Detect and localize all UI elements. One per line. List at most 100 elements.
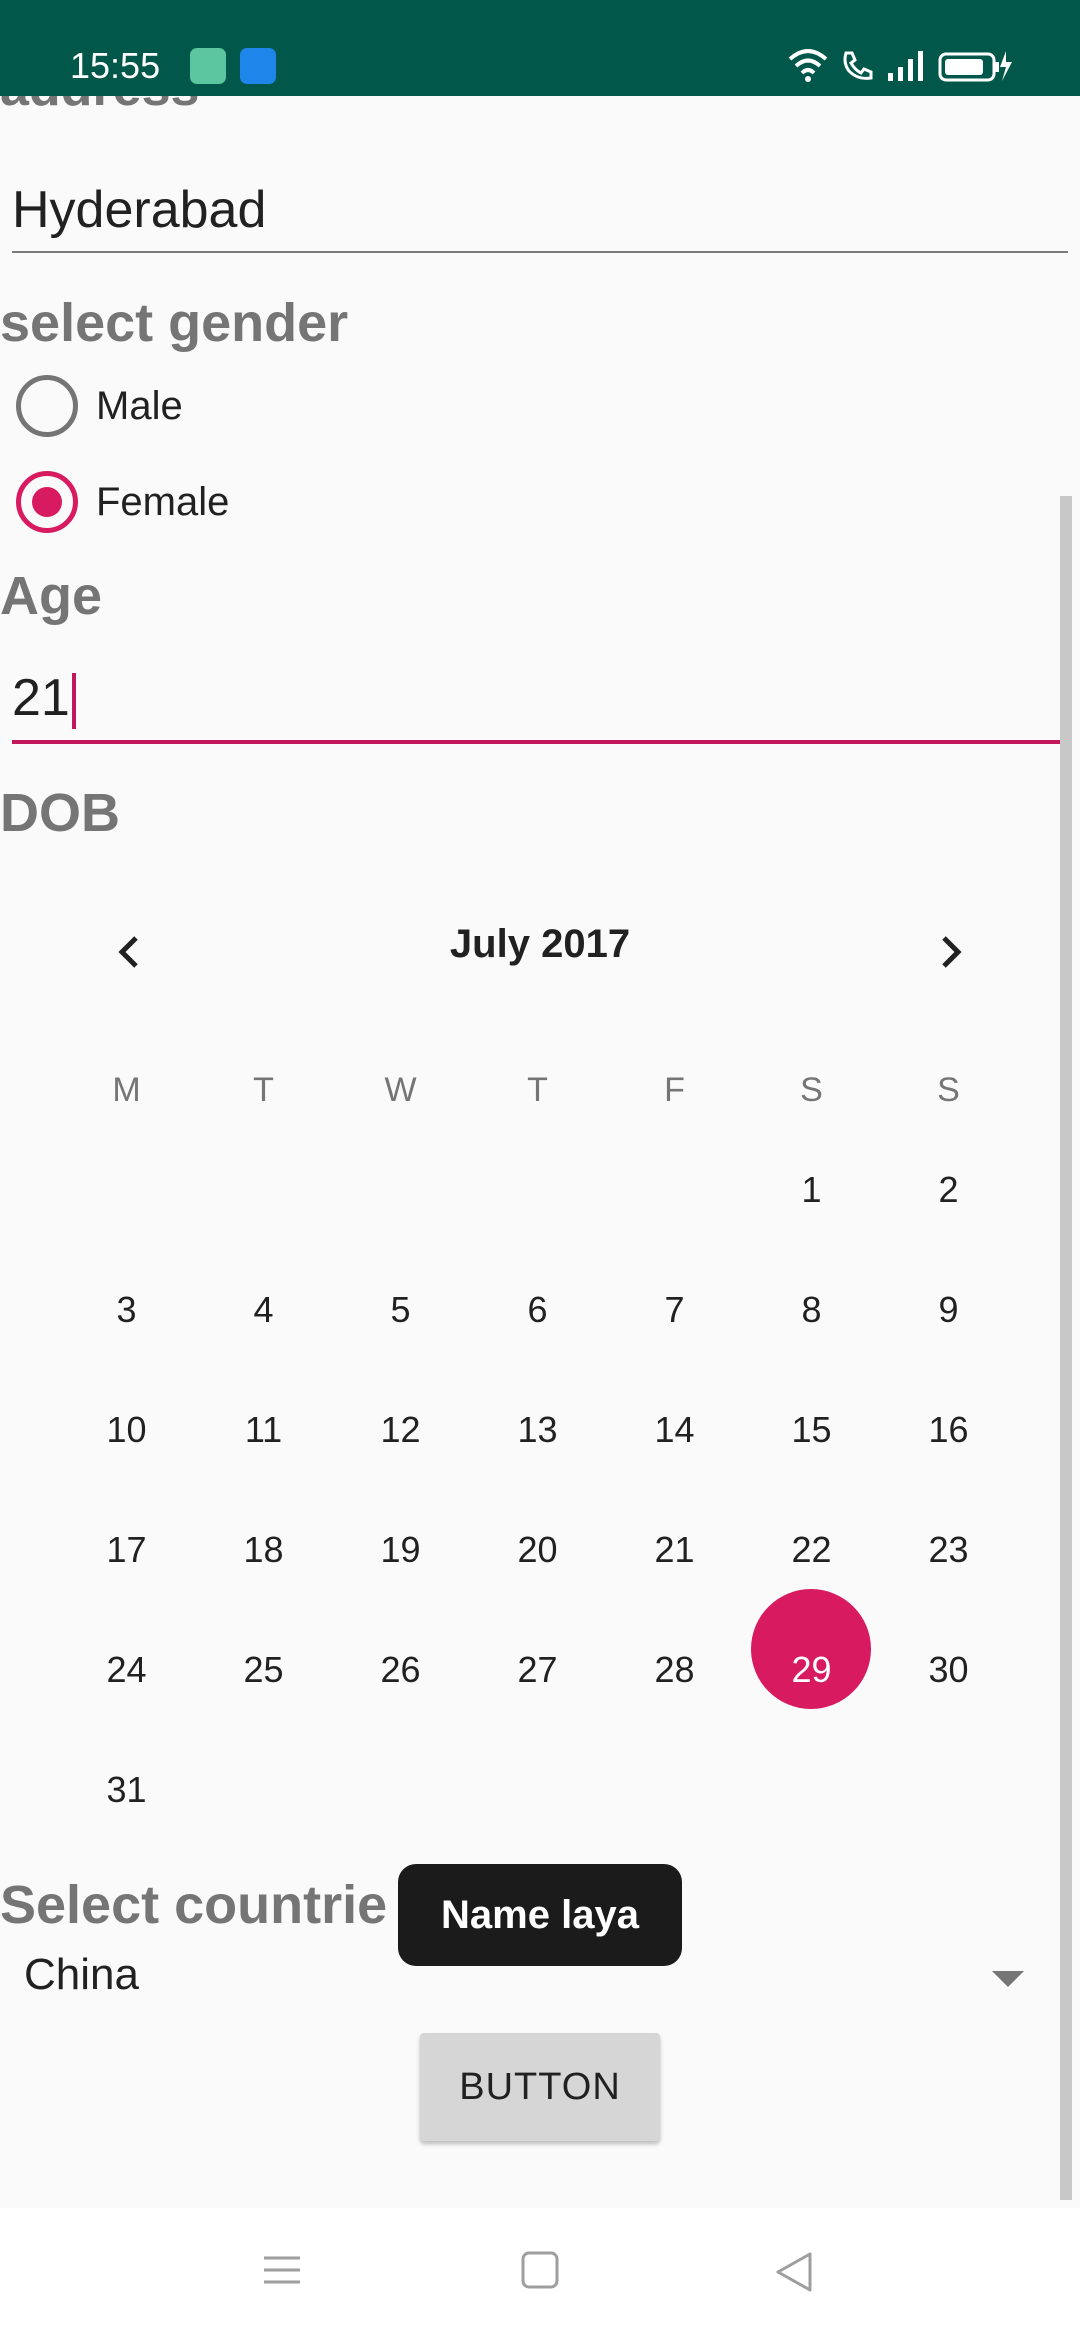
calendar-day[interactable]: 30 (880, 1649, 1017, 1691)
radio-male-label: Male (96, 383, 183, 428)
dow-wed: W (384, 1070, 417, 1109)
calendar-day[interactable]: 13 (469, 1409, 606, 1451)
calendar-day-number: 5 (390, 1289, 411, 1330)
usb-icon (240, 48, 276, 84)
back-icon[interactable] (774, 2250, 814, 2294)
calendar-day-number: 16 (928, 1409, 969, 1450)
submit-button[interactable]: BUTTON (420, 2033, 660, 2141)
calendar-day-number: 4 (253, 1289, 274, 1330)
calendar-day[interactable]: 29 (743, 1589, 880, 1709)
calendar-day-number: 26 (380, 1649, 421, 1690)
calendar-day-number: 18 (243, 1529, 284, 1570)
address-input[interactable]: Hyderabad (12, 180, 266, 240)
chevron-right-icon[interactable] (920, 922, 980, 982)
calendar-day[interactable]: 3 (58, 1289, 195, 1331)
calendar-day[interactable]: 14 (606, 1409, 743, 1451)
calendar-day[interactable]: 6 (469, 1289, 606, 1331)
calendar-day[interactable]: 16 (880, 1409, 1017, 1451)
country-spinner[interactable]: China (24, 1950, 139, 2000)
radio-female-button[interactable] (16, 471, 78, 533)
calendar-day[interactable]: 20 (469, 1529, 606, 1571)
countries-label: Select countrie (0, 1875, 388, 1935)
calendar-day[interactable]: 4 (195, 1289, 332, 1331)
calendar-day[interactable]: 27 (469, 1649, 606, 1691)
calendar-day-number: 17 (106, 1529, 147, 1570)
radio-female-label: Female (96, 479, 230, 524)
dow-fri: F (664, 1070, 685, 1109)
calendar-day-number: 12 (380, 1409, 421, 1450)
calendar-day[interactable]: 25 (195, 1649, 332, 1691)
calendar-grid: M T W T F S S 1 2 3 4 5 6 7 8 9 10 11 12 13 14 15 16 17 1… (58, 1050, 1018, 1850)
battery-icon (938, 51, 1012, 82)
dow-tue: T (253, 1070, 274, 1109)
home-icon[interactable] (520, 2250, 560, 2290)
calendar-day[interactable]: 8 (743, 1289, 880, 1331)
calendar-day-number: 19 (380, 1529, 421, 1570)
calendar-day-number: 21 (654, 1529, 695, 1570)
dropdown-arrow-icon[interactable] (992, 1971, 1024, 1987)
calendar-day[interactable]: 22 (743, 1529, 880, 1571)
sim-toolkit-icon (190, 48, 226, 84)
radio-male-button[interactable] (16, 375, 78, 437)
calendar-day-number: 10 (106, 1409, 147, 1450)
calendar-day[interactable]: 28 (606, 1649, 743, 1691)
radio-female[interactable]: Female (16, 466, 229, 538)
calendar-month-title: July 2017 (449, 922, 631, 966)
nav-bar (0, 2208, 1080, 2340)
dow-sun: S (937, 1070, 960, 1109)
calendar-day[interactable]: 21 (606, 1529, 743, 1571)
dow-thu: T (527, 1070, 548, 1109)
calendar-day[interactable]: 9 (880, 1289, 1017, 1331)
calendar-day[interactable]: 7 (606, 1289, 743, 1331)
calendar-day-number: 30 (928, 1649, 969, 1690)
calendar-day[interactable]: 26 (332, 1649, 469, 1691)
calendar-day-number: 11 (244, 1409, 283, 1450)
calendar-day-number: 20 (517, 1529, 558, 1570)
calendar-day-number: 8 (801, 1289, 822, 1330)
calendar-weeks: 1 2 3 4 5 6 7 8 9 10 11 12 13 14 15 16 17 18 19 20 21 22 23 24 2… (58, 1130, 1018, 1850)
scrollbar[interactable] (1060, 496, 1072, 2200)
calendar-day-number: 28 (654, 1649, 695, 1690)
calendar-day[interactable]: 17 (58, 1529, 195, 1571)
calendar-day-number: 23 (928, 1529, 969, 1570)
calendar-day[interactable]: 31 (58, 1769, 195, 1811)
calendar-week-row: 3 4 5 6 7 8 9 (58, 1250, 1018, 1370)
calendar-day-number: 29 (791, 1649, 832, 1690)
calendar-day[interactable]: 2 (880, 1169, 1017, 1211)
calendar-day[interactable]: 10 (58, 1409, 195, 1451)
status-bar: 15:55 (0, 0, 1080, 96)
calendar-week-row: 12 (58, 1130, 1018, 1250)
calendar-day[interactable]: 1 (743, 1169, 880, 1211)
chevron-left-icon[interactable] (100, 922, 160, 982)
calendar-day-number: 2 (938, 1169, 959, 1210)
age-input[interactable]: 21 (12, 668, 76, 730)
dob-label: DOB (0, 783, 120, 843)
calendar-day[interactable]: 5 (332, 1289, 469, 1331)
calendar-day[interactable]: 19 (332, 1529, 469, 1571)
calendar-dow-row: M T W T F S S (58, 1050, 1018, 1130)
calendar-day[interactable]: 12 (332, 1409, 469, 1451)
calendar-day-number: 22 (791, 1529, 832, 1570)
dow-sat: S (800, 1070, 823, 1109)
signal-icon (888, 51, 923, 81)
wifi-icon (788, 49, 828, 82)
calendar-day[interactable]: 24 (58, 1649, 195, 1691)
calendar-day[interactable]: 11 (195, 1409, 332, 1451)
dow-mon: M (112, 1070, 141, 1109)
text-cursor (71, 673, 76, 730)
calendar-day[interactable]: 23 (880, 1529, 1017, 1571)
calendar-day-number: 3 (116, 1289, 137, 1330)
menu-icon[interactable] (262, 2250, 302, 2290)
address-underline (12, 251, 1068, 253)
toast-message: Name laya (398, 1864, 682, 1966)
age-value: 21 (12, 669, 70, 727)
age-label: Age (0, 566, 103, 626)
calendar-week-row: 17 18 19 20 21 22 23 (58, 1490, 1018, 1610)
calendar-day-number: 6 (527, 1289, 548, 1330)
radio-male[interactable]: Male (16, 370, 183, 442)
age-underline (12, 740, 1068, 744)
calendar-day-number: 1 (801, 1169, 822, 1210)
calendar-day-number: 24 (106, 1649, 147, 1690)
calendar-day[interactable]: 18 (195, 1529, 332, 1571)
calendar-day[interactable]: 15 (743, 1409, 880, 1451)
